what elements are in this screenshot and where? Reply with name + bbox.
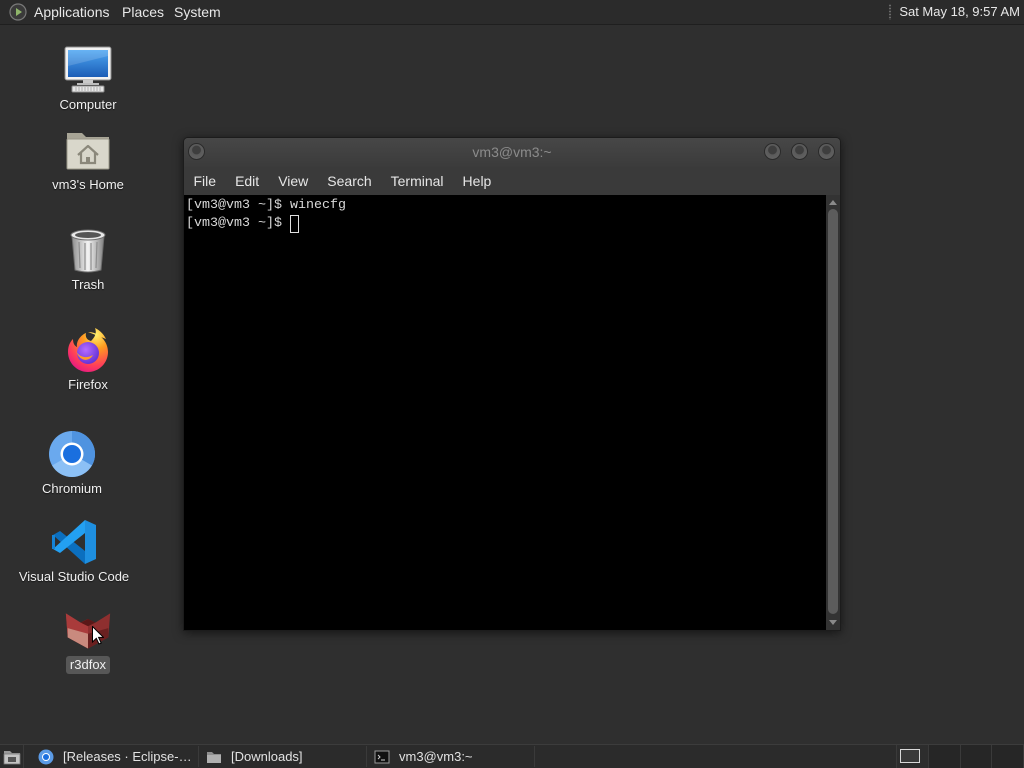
terminal-window[interactable]: vm3@vm3:~ File Edit View Search Terminal… bbox=[183, 137, 841, 631]
desktop-icon-chromium[interactable]: Chromium bbox=[2, 430, 142, 497]
terminal-body: [vm3@vm3 ~]$ winecfg [vm3@vm3 ~]$ bbox=[184, 195, 840, 630]
r3dfox-icon bbox=[65, 613, 111, 649]
folder-icon bbox=[207, 751, 221, 763]
terminal-icon bbox=[374, 750, 390, 763]
desktop-icon-r3dfox[interactable]: r3dfox bbox=[18, 606, 158, 674]
trash-icon bbox=[70, 229, 106, 273]
computer-icon bbox=[64, 46, 112, 93]
distro-logo-icon[interactable] bbox=[9, 3, 27, 21]
task-label: [Downloads] bbox=[231, 749, 303, 764]
task-button-browser[interactable]: [Releases · Eclipse-… bbox=[33, 746, 199, 767]
desktop-icon-firefox[interactable]: Firefox bbox=[18, 326, 158, 393]
show-desktop-button[interactable] bbox=[0, 745, 24, 768]
places-menu[interactable]: Places bbox=[115, 0, 171, 24]
title-bar[interactable]: vm3@vm3:~ bbox=[184, 138, 840, 167]
desktop-icon-vscode[interactable]: Visual Studio Code bbox=[4, 518, 144, 585]
menu-help[interactable]: Help bbox=[453, 167, 501, 195]
show-desktop-icon bbox=[3, 750, 20, 764]
workspace-switcher[interactable] bbox=[896, 745, 1024, 768]
desktop-icon-label: r3dfox bbox=[65, 656, 111, 674]
task-label: [Releases · Eclipse-… bbox=[63, 749, 192, 764]
scrollbar-thumb[interactable] bbox=[828, 209, 838, 614]
task-label: vm3@vm3:~ bbox=[399, 749, 473, 764]
desktop-icon-label: vm3's Home bbox=[52, 177, 124, 192]
desktop-icon-label: Computer bbox=[59, 97, 117, 112]
workspace-1[interactable] bbox=[897, 745, 929, 768]
chromium-icon bbox=[49, 431, 95, 477]
top-panel: Applications Places System Sat May 18, 9… bbox=[0, 0, 1024, 25]
mouse-pointer-icon bbox=[92, 626, 104, 645]
firefox-icon bbox=[68, 328, 108, 372]
minimize-button[interactable] bbox=[764, 143, 781, 160]
panel-drag-handle[interactable] bbox=[888, 4, 892, 20]
terminal-output[interactable]: [vm3@vm3 ~]$ winecfg [vm3@vm3 ~]$ bbox=[184, 195, 826, 630]
workspace-4[interactable] bbox=[992, 745, 1024, 768]
system-menu[interactable]: System bbox=[167, 0, 228, 24]
browser-icon bbox=[38, 749, 54, 764]
workspace-3[interactable] bbox=[960, 745, 993, 768]
clock[interactable]: Sat May 18, 9:57 AM bbox=[899, 0, 1020, 24]
taskbar: [Releases · Eclipse-… [Downloads] vm3@vm… bbox=[0, 744, 1024, 768]
vscode-icon bbox=[52, 520, 96, 564]
menu-file[interactable]: File bbox=[184, 167, 226, 195]
scroll-down-arrow-icon[interactable] bbox=[829, 620, 837, 625]
terminal-line: [vm3@vm3 ~]$ winecfg bbox=[186, 198, 346, 213]
terminal-prompt-line: [vm3@vm3 ~]$ bbox=[186, 215, 826, 233]
scrollbar[interactable] bbox=[826, 195, 840, 630]
menu-bar: File Edit View Search Terminal Help bbox=[184, 167, 840, 195]
close-button[interactable] bbox=[818, 143, 835, 160]
menu-terminal[interactable]: Terminal bbox=[381, 167, 453, 195]
window-title: vm3@vm3:~ bbox=[472, 144, 552, 160]
workspace-2[interactable] bbox=[928, 745, 961, 768]
terminal-prompt: [vm3@vm3 ~]$ bbox=[186, 216, 290, 231]
menu-search[interactable]: Search bbox=[318, 167, 381, 195]
workspace-window-thumbnail bbox=[900, 749, 920, 763]
desktop-icon-label: Firefox bbox=[68, 377, 108, 392]
desktop-icon-label: Chromium bbox=[42, 481, 102, 496]
menu-edit[interactable]: Edit bbox=[226, 167, 269, 195]
desktop-icon-label: Visual Studio Code bbox=[18, 569, 130, 584]
desktop-icon-home[interactable]: vm3's Home bbox=[18, 126, 158, 193]
maximize-button[interactable] bbox=[791, 143, 808, 160]
desktop-icon-trash[interactable]: Trash bbox=[18, 226, 158, 293]
scroll-up-arrow-icon[interactable] bbox=[829, 200, 837, 205]
applications-menu[interactable]: Applications bbox=[27, 0, 117, 24]
home-folder-icon bbox=[66, 133, 110, 170]
task-button-terminal[interactable]: vm3@vm3:~ bbox=[369, 746, 535, 767]
desktop-icon-computer[interactable]: Computer bbox=[18, 46, 158, 113]
task-button-downloads[interactable]: [Downloads] bbox=[201, 746, 367, 767]
desktop-icon-label: Trash bbox=[71, 277, 105, 292]
menu-view[interactable]: View bbox=[269, 167, 318, 195]
text-cursor bbox=[289, 215, 299, 233]
